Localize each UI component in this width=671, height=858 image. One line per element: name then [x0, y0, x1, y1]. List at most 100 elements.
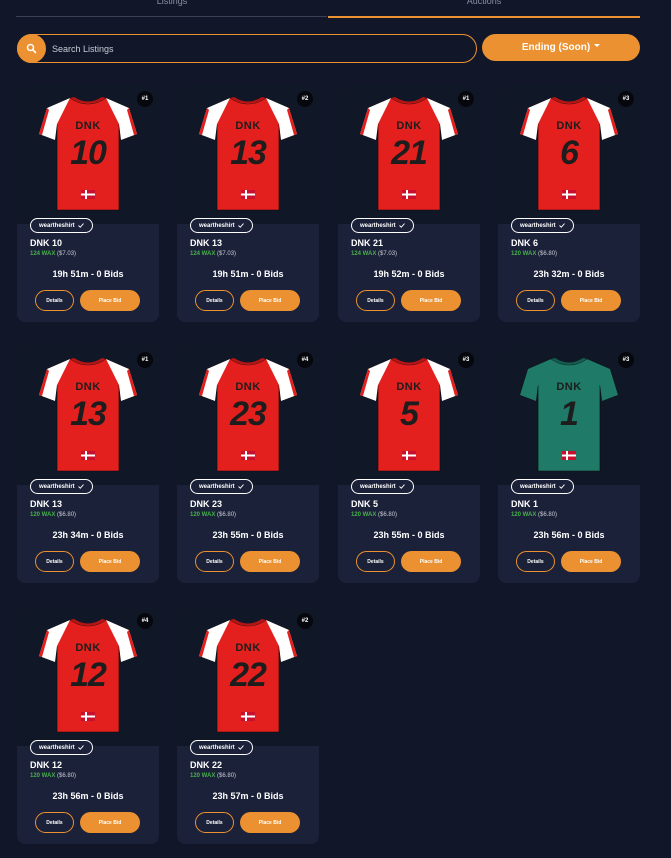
details-button[interactable]: Details	[516, 290, 555, 311]
time-remaining: 23h 55m	[373, 530, 410, 540]
nft-image[interactable]: DNK 13 #1	[17, 345, 159, 485]
rank-badge: #1	[137, 352, 153, 368]
seller-badge[interactable]: weartheshirt	[511, 479, 574, 494]
nft-image[interactable]: DNK 13 #2	[177, 84, 319, 224]
details-button[interactable]: Details	[356, 551, 395, 572]
jersey-number-text: 5	[400, 395, 419, 433]
place-bid-button[interactable]: Place Bid	[561, 551, 621, 572]
seller-badge[interactable]: weartheshirt	[511, 218, 574, 233]
seller-badge[interactable]: weartheshirt	[190, 740, 253, 755]
search-button[interactable]	[17, 34, 46, 63]
details-button[interactable]: Details	[195, 812, 234, 833]
listing-price: 124 WAX ($7.03)	[190, 251, 236, 257]
details-button[interactable]: Details	[35, 551, 74, 572]
price-wax: 124 WAX	[30, 251, 56, 257]
verified-check-icon	[77, 484, 84, 489]
jersey-number-text: 1	[560, 395, 579, 433]
details-button[interactable]: Details	[35, 812, 74, 833]
jersey-image: DNK 1	[519, 355, 619, 475]
time-remaining: 19h 51m	[212, 269, 249, 279]
chevron-down-icon	[594, 44, 601, 47]
jersey-name-text: DNK	[235, 381, 261, 393]
rank-badge: #4	[137, 613, 153, 629]
price-usd: ($6.80)	[57, 773, 77, 779]
listing-title: DNK 13	[30, 499, 63, 509]
listing-card[interactable]: DNK 23 #4 weartheshirt DNK 23 120 WAX ($…	[177, 345, 319, 583]
jersey-name-text: DNK	[556, 381, 582, 393]
rank-badge: #1	[458, 91, 474, 107]
seller-badge[interactable]: weartheshirt	[190, 218, 253, 233]
listing-card[interactable]: DNK 1 #3 weartheshirt DNK 1 120 WAX ($6.…	[498, 345, 640, 583]
place-bid-button[interactable]: Place Bid	[80, 551, 140, 572]
place-bid-button[interactable]: Place Bid	[240, 812, 300, 833]
sort-dropdown[interactable]: Ending (Soon)	[482, 34, 640, 61]
verified-check-icon	[558, 484, 565, 489]
nft-image[interactable]: DNK 6 #3	[498, 84, 640, 224]
rank-badge: #1	[137, 91, 153, 107]
listing-card[interactable]: DNK 6 #3 weartheshirt DNK 6 120 WAX ($6.…	[498, 84, 640, 322]
jersey-number-text: 23	[230, 395, 267, 433]
jersey-image: DNK 10	[38, 94, 138, 214]
jersey-image: DNK 23	[198, 355, 298, 475]
listing-card[interactable]: DNK 10 #1 weartheshirt DNK 10 124 WAX ($…	[17, 84, 159, 322]
price-usd: ($7.03)	[217, 251, 237, 257]
listing-card[interactable]: DNK 12 #4 weartheshirt DNK 12 120 WAX ($…	[17, 606, 159, 844]
details-button[interactable]: Details	[516, 551, 555, 572]
seller-name: weartheshirt	[199, 483, 235, 490]
bid-count: 0 Bids	[96, 791, 124, 801]
seller-badge[interactable]: weartheshirt	[351, 479, 414, 494]
details-button[interactable]: Details	[35, 290, 74, 311]
jersey-name-text: DNK	[235, 120, 261, 132]
jersey-number-text: 22	[230, 656, 267, 694]
seller-badge[interactable]: weartheshirt	[30, 218, 93, 233]
seller-name: weartheshirt	[360, 222, 396, 229]
seller-name: weartheshirt	[39, 222, 75, 229]
listing-card[interactable]: DNK 22 #2 weartheshirt DNK 22 120 WAX ($…	[177, 606, 319, 844]
listing-price: 120 WAX ($6.80)	[30, 512, 76, 518]
seller-name: weartheshirt	[199, 222, 235, 229]
place-bid-button[interactable]: Place Bid	[80, 290, 140, 311]
details-button[interactable]: Details	[195, 290, 234, 311]
seller-badge[interactable]: weartheshirt	[30, 479, 93, 494]
tab-auctions[interactable]: Auctions	[328, 0, 640, 15]
place-bid-button[interactable]: Place Bid	[240, 290, 300, 311]
verified-check-icon	[237, 745, 244, 750]
details-button[interactable]: Details	[195, 551, 234, 572]
verified-check-icon	[77, 223, 84, 228]
nft-image[interactable]: DNK 23 #4	[177, 345, 319, 485]
time-remaining: 23h 34m	[52, 530, 89, 540]
place-bid-button[interactable]: Place Bid	[561, 290, 621, 311]
seller-badge[interactable]: weartheshirt	[351, 218, 414, 233]
tab-listings[interactable]: Listings	[16, 0, 328, 15]
listing-card[interactable]: DNK 13 #2 weartheshirt DNK 13 124 WAX ($…	[177, 84, 319, 322]
seller-badge[interactable]: weartheshirt	[30, 740, 93, 755]
nft-image[interactable]: DNK 5 #3	[338, 345, 480, 485]
place-bid-button[interactable]: Place Bid	[80, 812, 140, 833]
auction-timer: 23h 55m - 0 Bids	[177, 530, 319, 540]
listing-card[interactable]: DNK 21 #1 weartheshirt DNK 21 124 WAX ($…	[338, 84, 480, 322]
price-wax: 120 WAX	[351, 512, 377, 518]
seller-badge[interactable]: weartheshirt	[190, 479, 253, 494]
nft-image[interactable]: DNK 12 #4	[17, 606, 159, 746]
nft-image[interactable]: DNK 10 #1	[17, 84, 159, 224]
price-wax: 120 WAX	[511, 251, 537, 257]
price-usd: ($6.80)	[57, 512, 77, 518]
listing-card[interactable]: DNK 5 #3 weartheshirt DNK 5 120 WAX ($6.…	[338, 345, 480, 583]
search-input[interactable]	[46, 43, 446, 54]
jersey-number-text: 6	[560, 134, 579, 172]
details-button[interactable]: Details	[356, 290, 395, 311]
price-wax: 124 WAX	[351, 251, 377, 257]
seller-name: weartheshirt	[520, 483, 556, 490]
nft-image[interactable]: DNK 22 #2	[177, 606, 319, 746]
verified-check-icon	[237, 223, 244, 228]
bid-count: 0 Bids	[577, 530, 605, 540]
listing-title: DNK 23	[190, 499, 223, 509]
price-usd: ($6.80)	[538, 512, 558, 518]
bid-count: 0 Bids	[96, 269, 124, 279]
place-bid-button[interactable]: Place Bid	[240, 551, 300, 572]
place-bid-button[interactable]: Place Bid	[401, 290, 461, 311]
listing-card[interactable]: DNK 13 #1 weartheshirt DNK 13 120 WAX ($…	[17, 345, 159, 583]
nft-image[interactable]: DNK 21 #1	[338, 84, 480, 224]
place-bid-button[interactable]: Place Bid	[401, 551, 461, 572]
nft-image[interactable]: DNK 1 #3	[498, 345, 640, 485]
